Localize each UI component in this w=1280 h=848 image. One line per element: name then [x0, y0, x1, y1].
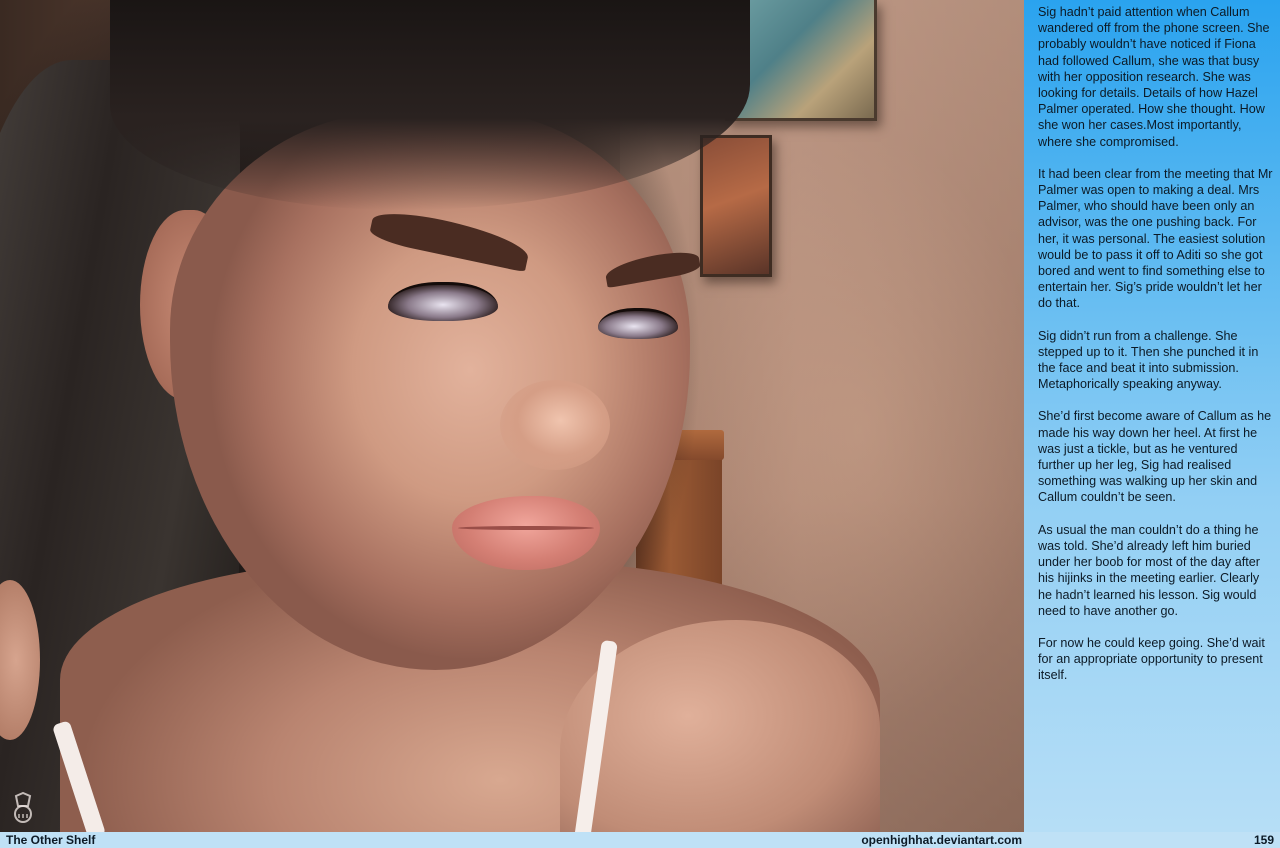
illustration [0, 0, 1024, 832]
nose [500, 380, 610, 470]
eye-left [388, 282, 498, 321]
eye-right [598, 308, 678, 339]
openhighhat-logo-icon [14, 792, 32, 823]
lip-line [458, 526, 594, 530]
page-number: 159 [1253, 833, 1274, 847]
story-text: Sig hadn’t paid attention when Callum wa… [1038, 4, 1274, 700]
story-paragraph: She’d first become aware of Callum as he… [1038, 409, 1272, 505]
story-paragraph: For now he could keep going. She’d wait … [1038, 635, 1265, 683]
story-paragraph: It had been clear from the meeting that … [1038, 166, 1273, 311]
story-paragraph: Sig hadn’t paid attention when Callum wa… [1038, 5, 1270, 149]
story-paragraph: Sig didn’t run from a challenge. She ste… [1038, 328, 1259, 392]
book-title: The Other Shelf [6, 833, 96, 847]
site-link[interactable]: openhighhat.deviantart.com [861, 832, 1022, 848]
story-paragraph: As usual the man couldn’t do a thing he … [1038, 522, 1260, 618]
story-text-panel: Sig hadn’t paid attention when Callum wa… [1024, 0, 1280, 832]
comic-page: Sig hadn’t paid attention when Callum wa… [0, 0, 1280, 848]
page-footer: The Other Shelf openhighhat.deviantart.c… [0, 832, 1280, 848]
